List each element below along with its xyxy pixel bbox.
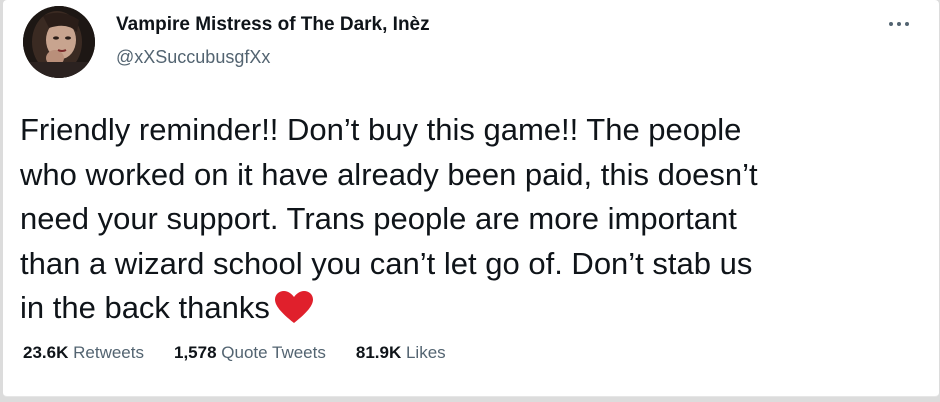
quote-tweets-stat[interactable]: 1,578 Quote Tweets (174, 343, 326, 363)
author-display-name[interactable]: Vampire Mistress of The Dark, Inèz (116, 14, 430, 36)
avatar[interactable] (23, 6, 95, 78)
more-options-button[interactable] (881, 8, 917, 40)
likes-stat[interactable]: 81.9K Likes (356, 343, 446, 363)
author-handle[interactable]: @xXSuccubusgfXx (116, 47, 270, 68)
likes-count: 81.9K (355, 343, 402, 362)
more-horizontal-icon (889, 22, 909, 26)
tweet-body: Friendly reminder!! Don’t buy this game!… (20, 108, 910, 337)
retweets-label: Retweets (73, 343, 144, 362)
profile-photo (23, 6, 95, 78)
tweet-card: Vampire Mistress of The Dark, Inèz @xXSu… (3, 0, 939, 397)
engagement-stats: 23.6K Retweets 1,578 Quote Tweets 81.9K … (23, 343, 446, 363)
tweet-text: Friendly reminder!! Don’t buy this game!… (20, 112, 758, 325)
likes-label: Likes (405, 343, 446, 362)
quote-tweets-count: 1,578 (173, 343, 217, 362)
retweets-count: 23.6K (23, 343, 69, 362)
retweets-stat[interactable]: 23.6K Retweets (23, 343, 144, 363)
heart-emoji-icon (274, 290, 314, 337)
quote-tweets-label: Quote Tweets (221, 343, 326, 362)
